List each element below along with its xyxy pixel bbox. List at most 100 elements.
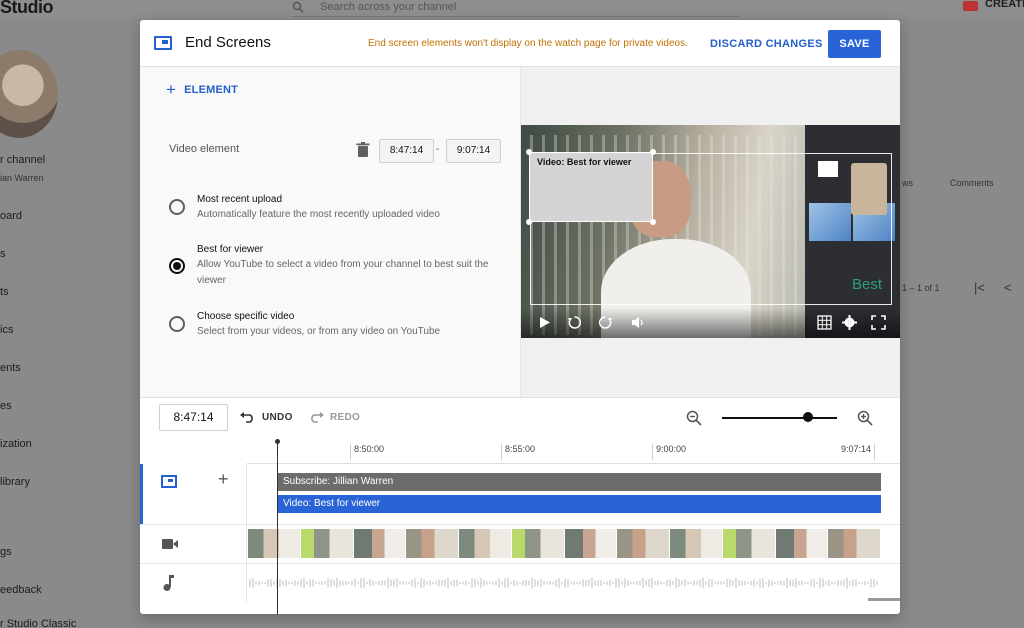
video-element-label: Video: Best for viewer (537, 157, 632, 167)
zoom-in-icon[interactable] (857, 410, 873, 426)
sidebar-item-feedback: eedback (0, 584, 42, 596)
video-thumbnail (511, 529, 564, 558)
end-screen-icon (154, 36, 172, 50)
radio-specific-video[interactable] (169, 316, 185, 332)
resize-handle-br[interactable] (650, 219, 656, 225)
sidebar-item-audio-library: library (0, 476, 30, 488)
resize-handle-tr[interactable] (650, 149, 656, 155)
video-thumbnail (775, 529, 828, 558)
prev-page-icon: < (1004, 280, 1012, 295)
sidebar-item-dashboard: oard (0, 210, 23, 222)
add-element-label: ELEMENT (184, 84, 239, 96)
sidebar-item-settings: gs (0, 546, 12, 558)
create-video-icon (963, 1, 978, 11)
end-screen-track: + Subscribe: Jillian Warren Video: Best … (140, 464, 900, 525)
timeline-toolbar: 8:47:14 UNDO REDO (140, 397, 900, 439)
sidebar-item-videos: s (0, 248, 6, 260)
sidebar-channel-owner: ian Warren (0, 173, 44, 183)
sidebar-item-comments: ents (0, 362, 21, 374)
redo-button[interactable]: REDO (308, 411, 360, 423)
add-element-button[interactable]: + ELEMENT (166, 80, 239, 99)
video-thumbnails-strip[interactable] (248, 529, 881, 558)
grid-icon[interactable] (817, 315, 832, 330)
video-thumbnail (670, 529, 722, 558)
radio-best-for-viewer[interactable] (169, 258, 185, 274)
search-input: Search across your channel (290, 0, 740, 17)
add-element-plus-button[interactable]: + (218, 469, 229, 490)
resize-handle-tl[interactable] (526, 149, 532, 155)
dialog-title: End Screens (185, 34, 271, 51)
redo-icon (311, 412, 324, 423)
option-specific-desc: Select from your videos, or from any vid… (197, 326, 441, 337)
zoom-out-icon[interactable] (686, 410, 702, 426)
option-most-recent-desc: Automatically feature the most recently … (197, 209, 440, 220)
current-time-field[interactable]: 8:47:14 (159, 404, 228, 431)
fullscreen-icon[interactable] (871, 315, 886, 330)
timeline: 8:50:00 8:55:00 9:00:00 9:07:14 + Subscr… (140, 439, 900, 614)
resize-handle-bl[interactable] (526, 219, 532, 225)
channel-avatar (0, 50, 58, 138)
element-editor-panel: + ELEMENT Video element 8:47:14 - 9:07:1… (140, 67, 521, 397)
video-camera-icon (162, 539, 178, 549)
music-note-icon (163, 575, 174, 591)
timeline-ruler: 8:50:00 8:55:00 9:00:00 9:07:14 (247, 439, 900, 464)
zoom-slider-knob[interactable] (803, 412, 814, 422)
option-most-recent-title: Most recent upload (197, 194, 283, 205)
sidebar-item-monetization: ization (0, 438, 32, 450)
discard-changes-button[interactable]: DISCARD CHANGES (710, 38, 823, 50)
sidebar-item-subtitles: es (0, 400, 12, 412)
video-thumbnail (617, 529, 669, 558)
video-thumbnail (406, 529, 458, 558)
forward-icon[interactable] (598, 315, 613, 330)
create-button: CREATE (985, 0, 1024, 10)
element-end-time[interactable]: 9:07:14 (446, 139, 501, 163)
sidebar-item-analytics: ics (0, 324, 14, 336)
play-icon[interactable] (537, 315, 552, 330)
option-best-viewer-title: Best for viewer (197, 244, 264, 255)
element-type-label: Video element (169, 143, 240, 155)
audio-track (140, 564, 900, 602)
video-element-bar[interactable]: Video: Best for viewer (277, 495, 881, 513)
first-page-icon: |< (974, 280, 985, 295)
save-button[interactable]: SAVE (828, 30, 881, 58)
video-track-header (140, 525, 247, 563)
plus-icon: + (166, 80, 177, 99)
option-specific-title: Choose specific video (197, 311, 295, 322)
undo-label: UNDO (262, 411, 293, 423)
ruler-tick: 9:00:00 (652, 444, 686, 460)
redo-label: REDO (330, 411, 361, 423)
rewind-icon[interactable] (567, 315, 582, 330)
bg-tab-comments: Comments (950, 178, 994, 188)
video-track (140, 525, 900, 564)
video-preview-area: Best Video: Best for viewer (521, 67, 900, 397)
timeline-scrollbar[interactable] (868, 598, 900, 601)
video-element-box[interactable]: Video: Best for viewer (529, 152, 653, 222)
undo-button[interactable]: UNDO (240, 411, 293, 423)
option-best-viewer-desc: Allow YouTube to select a video from you… (197, 259, 489, 286)
radio-most-recent[interactable] (169, 199, 185, 215)
sidebar-item-playlists: ts (0, 286, 9, 298)
zoom-slider-track[interactable] (722, 417, 837, 419)
settings-gear-icon[interactable] (842, 315, 857, 330)
subscribe-element-bar[interactable]: Subscribe: Jillian Warren (277, 473, 881, 491)
end-screen-track-header: + (140, 464, 247, 524)
studio-logo: Studio (0, 0, 54, 17)
end-screen-track-icon (161, 475, 177, 488)
element-start-time[interactable]: 8:47:14 (379, 139, 434, 163)
time-range-separator: - (436, 144, 440, 155)
playhead-handle[interactable] (275, 439, 280, 444)
video-thumbnail (353, 529, 406, 558)
playhead[interactable] (277, 442, 278, 614)
video-thumbnail (248, 529, 300, 558)
delete-element-icon[interactable] (356, 142, 370, 158)
volume-icon[interactable] (631, 315, 646, 330)
video-preview: Best Video: Best for viewer (521, 125, 900, 338)
private-video-warning: End screen elements won't display on the… (368, 38, 688, 49)
video-thumbnail (459, 529, 511, 558)
audio-track-header (140, 564, 247, 602)
undo-icon (240, 412, 253, 423)
audio-waveform (249, 577, 878, 589)
sidebar-item-studio-classic: r Studio Classic (0, 618, 77, 628)
ruler-tick: 8:55:00 (501, 444, 535, 460)
end-screen-dialog: End Screens End screen elements won't di… (140, 20, 900, 614)
